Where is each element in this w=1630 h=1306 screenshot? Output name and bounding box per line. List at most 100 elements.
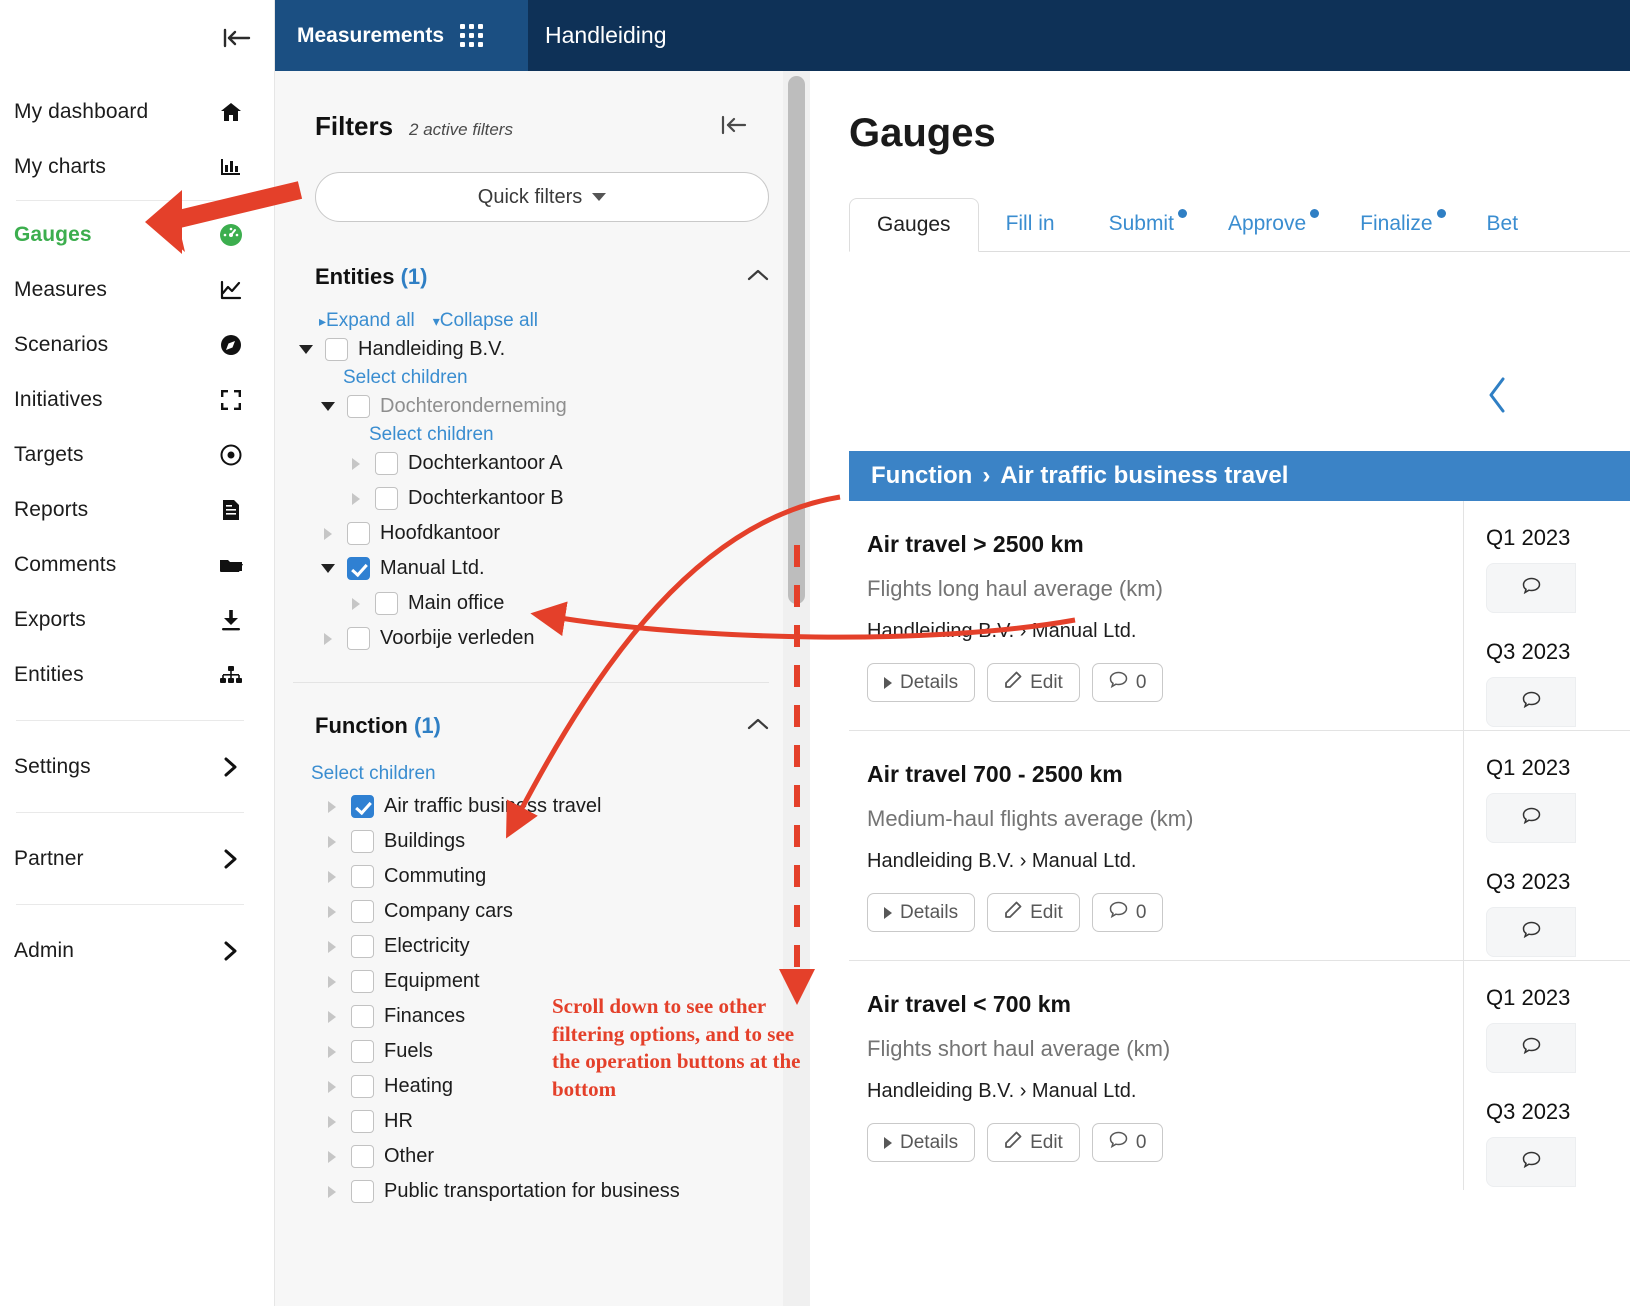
edit-button[interactable]: Edit: [987, 663, 1080, 702]
period-comment-button[interactable]: [1486, 907, 1576, 957]
function-checkbox[interactable]: [351, 795, 374, 818]
sidebar-item-comments[interactable]: Comments: [0, 537, 274, 592]
function-checkbox[interactable]: [351, 865, 374, 888]
function-item-company-cars[interactable]: Company cars: [297, 894, 809, 929]
details-button[interactable]: Details: [867, 663, 976, 702]
function-item-electricity[interactable]: Electricity: [297, 929, 809, 964]
tab-fill-in[interactable]: Fill in: [979, 197, 1082, 251]
entity-checkbox[interactable]: [347, 557, 370, 580]
entity-node-handleiding-bv[interactable]: Handleiding B.V.: [297, 332, 809, 367]
sidebar-group-partner[interactable]: Partner: [0, 831, 274, 886]
sidebar-item-my-dashboard[interactable]: My dashboard: [0, 84, 274, 139]
entity-node-voorbije-verleden[interactable]: Voorbije verleden: [297, 621, 809, 656]
function-checkbox[interactable]: [351, 1110, 374, 1133]
tab-submit[interactable]: Submit: [1082, 197, 1201, 251]
sidebar-item-exports[interactable]: Exports: [0, 592, 274, 647]
collapse-all-link[interactable]: ▾Collapse all: [433, 310, 538, 332]
entity-node-main-office[interactable]: Main office: [297, 586, 809, 621]
comments-button[interactable]: 0: [1091, 893, 1164, 932]
entity-checkbox[interactable]: [347, 627, 370, 650]
triangle-right-icon[interactable]: [323, 1115, 341, 1128]
triangle-down-icon[interactable]: [297, 345, 315, 354]
function-item-buildings[interactable]: Buildings: [297, 824, 809, 859]
filter-panel-scrollbar-thumb[interactable]: [788, 76, 805, 604]
triangle-right-icon[interactable]: [319, 632, 337, 645]
entity-checkbox[interactable]: [347, 522, 370, 545]
chevron-up-icon[interactable]: [747, 717, 769, 736]
entity-node-hoofdkantoor[interactable]: Hoofdkantoor: [297, 516, 809, 551]
entity-checkbox[interactable]: [325, 338, 348, 361]
function-checkbox[interactable]: [351, 935, 374, 958]
entities-section-header[interactable]: Entities (1): [315, 264, 769, 290]
function-checkbox[interactable]: [351, 1005, 374, 1028]
tab-finalize[interactable]: Finalize: [1333, 197, 1459, 251]
period-comment-button[interactable]: [1486, 793, 1576, 843]
expand-all-link[interactable]: ▸Expand all: [319, 310, 415, 332]
triangle-right-icon[interactable]: [323, 975, 341, 988]
edit-button[interactable]: Edit: [987, 893, 1080, 932]
tab-gauges[interactable]: Gauges: [849, 198, 979, 252]
sidebar-item-measures[interactable]: Measures: [0, 262, 274, 317]
triangle-right-icon[interactable]: [323, 870, 341, 883]
function-checkbox[interactable]: [351, 830, 374, 853]
function-checkbox[interactable]: [351, 1145, 374, 1168]
sidebar-item-gauges[interactable]: Gauges: [0, 207, 274, 262]
sidebar-item-initiatives[interactable]: Initiatives: [0, 372, 274, 427]
entity-node-dochterkantoor-b[interactable]: Dochterkantoor B: [297, 481, 809, 516]
function-checkbox[interactable]: [351, 900, 374, 923]
sidebar-item-my-charts[interactable]: My charts: [0, 139, 274, 194]
entity-checkbox[interactable]: [347, 395, 370, 418]
function-checkbox[interactable]: [351, 1075, 374, 1098]
comments-button[interactable]: 0: [1091, 1123, 1164, 1162]
triangle-right-icon[interactable]: [323, 1080, 341, 1093]
period-comment-button[interactable]: [1486, 677, 1576, 727]
chevron-up-icon[interactable]: [747, 268, 769, 287]
triangle-right-icon[interactable]: [323, 800, 341, 813]
quick-filters-dropdown[interactable]: Quick filters: [315, 172, 769, 222]
entity-node-manual-ltd[interactable]: Manual Ltd.: [297, 551, 809, 586]
entity-checkbox[interactable]: [375, 452, 398, 475]
triangle-right-icon[interactable]: [323, 940, 341, 953]
select-children-link[interactable]: Select children: [369, 424, 809, 446]
previous-period-button[interactable]: [1486, 376, 1510, 420]
tab-approve[interactable]: Approve: [1201, 197, 1333, 251]
triangle-right-icon[interactable]: [323, 1010, 341, 1023]
app-grid-icon[interactable]: [460, 24, 484, 47]
triangle-right-icon[interactable]: [323, 1045, 341, 1058]
edit-button[interactable]: Edit: [987, 1123, 1080, 1162]
triangle-right-icon[interactable]: [323, 1150, 341, 1163]
select-children-link[interactable]: Select children: [343, 367, 809, 389]
sidebar-item-reports[interactable]: Reports: [0, 482, 274, 537]
triangle-right-icon[interactable]: [319, 527, 337, 540]
triangle-right-icon[interactable]: [323, 1185, 341, 1198]
sidebar-group-settings[interactable]: Settings: [0, 739, 274, 794]
triangle-right-icon[interactable]: [347, 457, 365, 470]
details-button[interactable]: Details: [867, 1123, 976, 1162]
function-item-public-transportation-for-business[interactable]: Public transportation for business: [297, 1174, 809, 1209]
period-comment-button[interactable]: [1486, 563, 1576, 613]
comments-button[interactable]: 0: [1091, 663, 1164, 702]
triangle-right-icon[interactable]: [347, 492, 365, 505]
sidebar-collapse-button[interactable]: [218, 20, 254, 56]
sidebar-item-entities[interactable]: Entities: [0, 647, 274, 702]
tab-bet[interactable]: Bet: [1460, 197, 1546, 251]
filter-panel-collapse-button[interactable]: [717, 114, 747, 141]
triangle-right-icon[interactable]: [323, 835, 341, 848]
function-section-header[interactable]: Function (1): [315, 713, 769, 739]
period-comment-button[interactable]: [1486, 1023, 1576, 1073]
app-switcher[interactable]: Measurements: [275, 0, 528, 71]
function-item-hr[interactable]: HR: [297, 1104, 809, 1139]
sidebar-item-scenarios[interactable]: Scenarios: [0, 317, 274, 372]
function-checkbox[interactable]: [351, 970, 374, 993]
sidebar-item-targets[interactable]: Targets: [0, 427, 274, 482]
details-button[interactable]: Details: [867, 893, 976, 932]
entity-node-dochterkantoor-a[interactable]: Dochterkantoor A: [297, 446, 809, 481]
period-comment-button[interactable]: [1486, 1137, 1576, 1187]
entity-checkbox[interactable]: [375, 592, 398, 615]
function-item-air-traffic-business-travel[interactable]: Air traffic business travel: [297, 789, 809, 824]
entity-node-dochteronderneming[interactable]: Dochteronderneming: [297, 389, 809, 424]
triangle-right-icon[interactable]: [347, 597, 365, 610]
triangle-down-icon[interactable]: [319, 402, 337, 411]
select-children-link[interactable]: Select children: [311, 763, 809, 785]
triangle-right-icon[interactable]: [323, 905, 341, 918]
